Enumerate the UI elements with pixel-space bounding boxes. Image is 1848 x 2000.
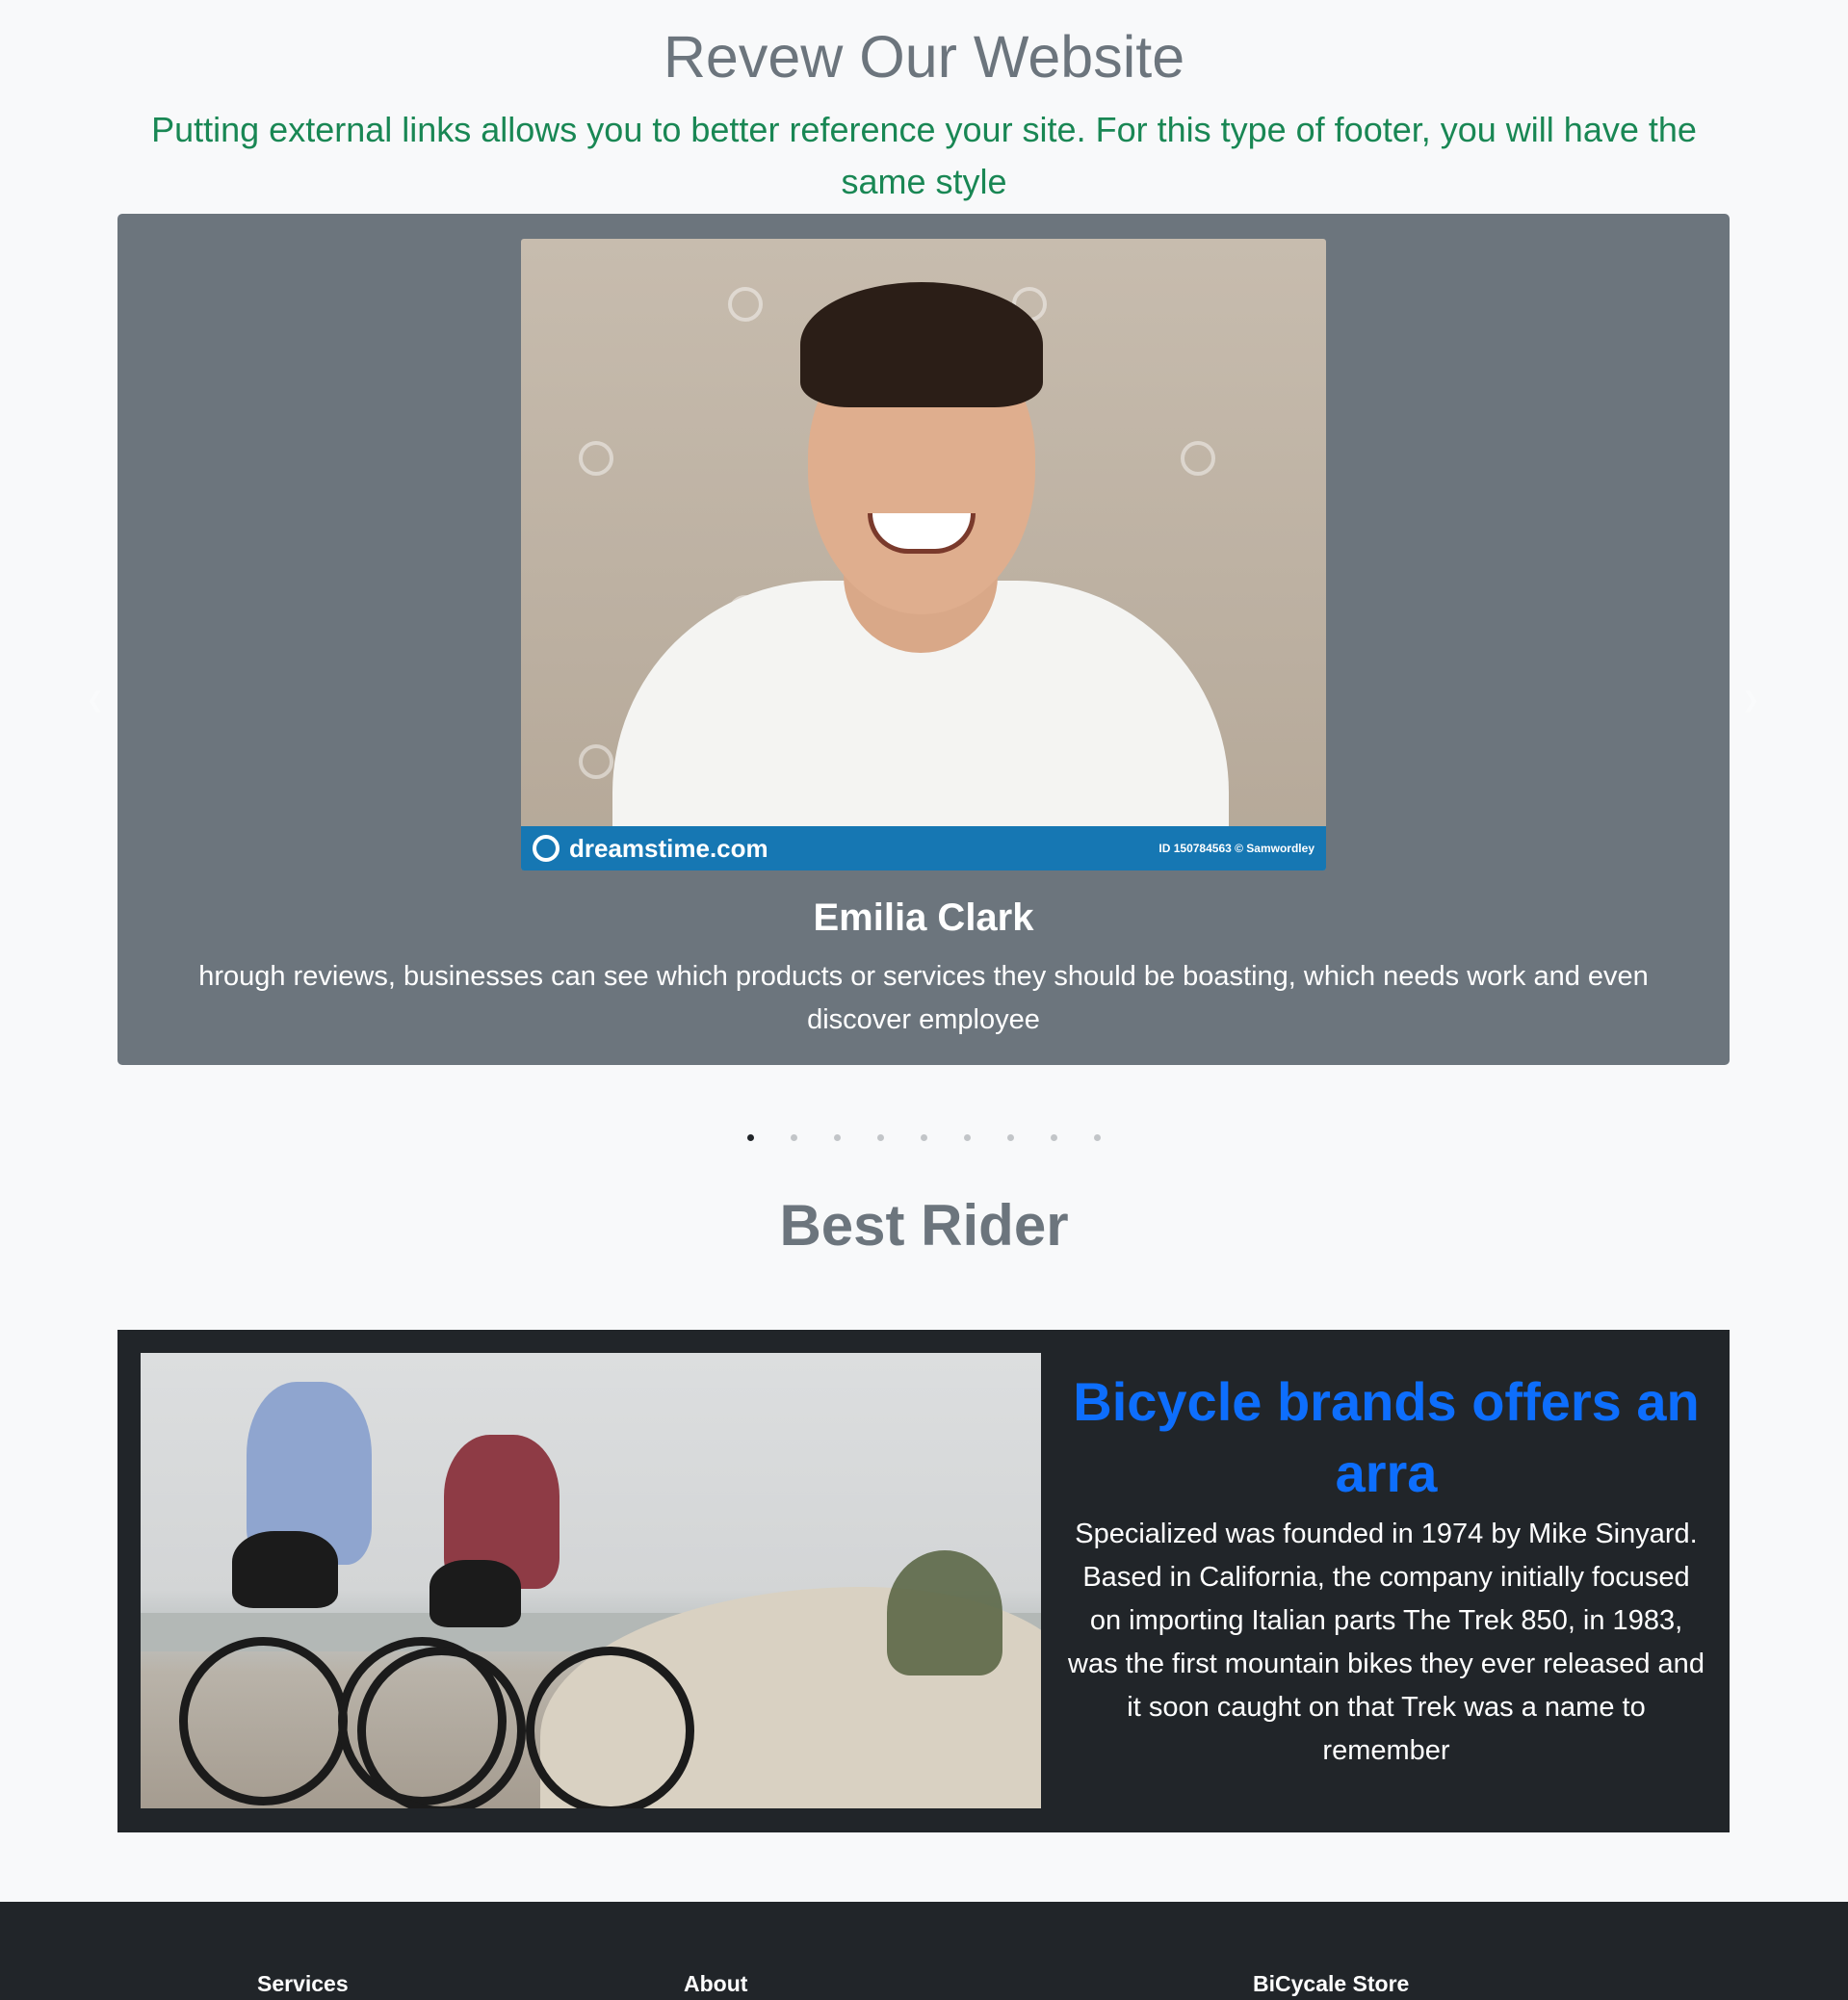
photo-id-text: ID 150784563 © Samwordley <box>1158 842 1314 855</box>
reviewer-photo: dreamstime.com ID 150784563 © Samwordley <box>521 239 1326 870</box>
carousel-prev-button[interactable]: ❮ <box>81 686 110 714</box>
carousel-indicator-dot[interactable] <box>921 1134 927 1141</box>
dreamstime-logo-icon <box>533 835 560 862</box>
feature-title: Bicycle brands offers an arra <box>1073 1371 1700 1503</box>
review-carousel: ❮ ❯ dreamstime.com ID 150784563 © Samwor… <box>81 214 1765 1065</box>
cyclists-photo <box>141 1353 1041 1808</box>
review-subtitle: Putting external links allows you to bet… <box>151 110 1697 201</box>
best-rider-title: Best Rider <box>779 1193 1069 1258</box>
review-text: hrough reviews, businesses can see which… <box>198 961 1649 1035</box>
footer-heading-services[interactable]: Services <box>257 1971 349 1997</box>
review-title: Revew Our Website <box>663 24 1185 90</box>
chevron-right-icon: ❯ <box>1741 688 1760 712</box>
carousel-indicator-dot[interactable] <box>964 1134 971 1141</box>
photo-brand-text: dreamstime.com <box>569 833 768 863</box>
footer-heading-about[interactable]: About <box>684 1971 747 1997</box>
site-footer: Services About BiCycale Store <box>0 1902 1848 2000</box>
photo-watermark-bar: dreamstime.com ID 150784563 © Samwordley <box>521 826 1326 870</box>
carousel-indicator-dot[interactable] <box>791 1134 797 1141</box>
reviewer-name: Emilia Clark <box>813 896 1034 939</box>
carousel-next-button[interactable]: ❯ <box>1736 686 1765 714</box>
chevron-left-icon: ❮ <box>86 688 105 712</box>
carousel-indicator-dot[interactable] <box>1051 1134 1057 1141</box>
carousel-indicator-dot[interactable] <box>877 1134 884 1141</box>
footer-heading-store[interactable]: BiCycale Store <box>1253 1971 1409 1997</box>
carousel-indicator-dot[interactable] <box>747 1134 754 1141</box>
carousel-indicator-dot[interactable] <box>1007 1134 1014 1141</box>
feature-text: Specialized was founded in 1974 by Mike … <box>1068 1519 1705 1766</box>
carousel-indicator-dot[interactable] <box>1094 1134 1101 1141</box>
carousel-indicator-dot[interactable] <box>834 1134 841 1141</box>
carousel-indicators <box>0 1134 1848 1141</box>
best-rider-card: Bicycle brands offers an arra Specialize… <box>117 1330 1730 1832</box>
